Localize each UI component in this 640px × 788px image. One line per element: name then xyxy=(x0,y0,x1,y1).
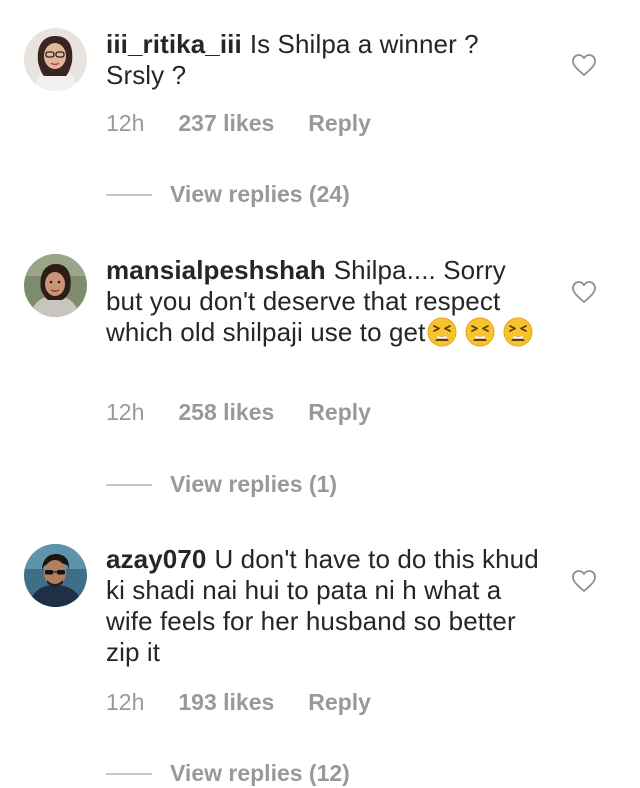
comment-text-block: iii_ritika_iii Is Shilpa a winner ? Srsly… xyxy=(106,29,546,91)
reply-button[interactable]: Reply xyxy=(308,689,371,716)
reply-button[interactable]: Reply xyxy=(308,110,371,137)
avatar[interactable] xyxy=(24,254,87,317)
comment-time: 12h xyxy=(106,689,145,715)
comment-meta: 12h 258 likes Reply xyxy=(106,399,371,426)
tired-face-emoji-icon xyxy=(465,317,495,347)
comment-username[interactable]: iii_ritika_iii xyxy=(106,29,242,59)
replies-divider xyxy=(106,772,152,775)
reply-button[interactable]: Reply xyxy=(308,399,371,426)
comment-username[interactable]: azay070 xyxy=(106,544,206,574)
comment-text-block: mansialpeshshah Shilpa.... Sorry but you … xyxy=(106,255,546,348)
avatar[interactable] xyxy=(24,28,87,91)
comment-2: mansialpeshshah Shilpa.... Sorry but you … xyxy=(0,230,640,520)
tired-face-emoji-icon xyxy=(427,317,457,347)
view-replies-label: View replies (24) xyxy=(170,181,350,207)
avatar[interactable] xyxy=(24,544,87,607)
comment-username[interactable]: mansialpeshshah xyxy=(106,255,326,285)
comment-3: azay070 U don't have to do this khud ki s… xyxy=(0,520,640,788)
heart-outline-icon[interactable] xyxy=(571,53,597,77)
comment-text-block: azay070 U don't have to do this khud ki s… xyxy=(106,544,546,668)
emoji-row xyxy=(427,317,533,347)
heart-outline-icon[interactable] xyxy=(571,569,597,593)
heart-outline-icon[interactable] xyxy=(571,280,597,304)
comment-likes[interactable]: 193 likes xyxy=(178,689,274,716)
replies-divider xyxy=(106,193,152,196)
view-replies-button[interactable]: View replies (24) xyxy=(106,181,350,208)
avatar-woman-outdoor-icon xyxy=(24,254,87,317)
comment-likes[interactable]: 237 likes xyxy=(178,110,274,137)
view-replies-label: View replies (1) xyxy=(170,471,338,497)
view-replies-button[interactable]: View replies (1) xyxy=(106,471,337,498)
comment-meta: 12h 193 likes Reply xyxy=(106,689,371,716)
replies-divider xyxy=(106,483,152,486)
view-replies-label: View replies (12) xyxy=(170,760,350,786)
tired-face-emoji-icon xyxy=(503,317,533,347)
avatar-man-blue-icon xyxy=(24,544,87,607)
view-replies-button[interactable]: View replies (12) xyxy=(106,760,350,787)
comment-1: iii_ritika_iii Is Shilpa a winner ? Srsly… xyxy=(0,0,640,230)
avatar-woman-glasses-icon xyxy=(24,28,87,91)
comment-time: 12h xyxy=(106,399,145,425)
comment-likes[interactable]: 258 likes xyxy=(178,399,274,426)
comment-meta: 12h 237 likes Reply xyxy=(106,110,371,137)
comment-time: 12h xyxy=(106,110,145,136)
